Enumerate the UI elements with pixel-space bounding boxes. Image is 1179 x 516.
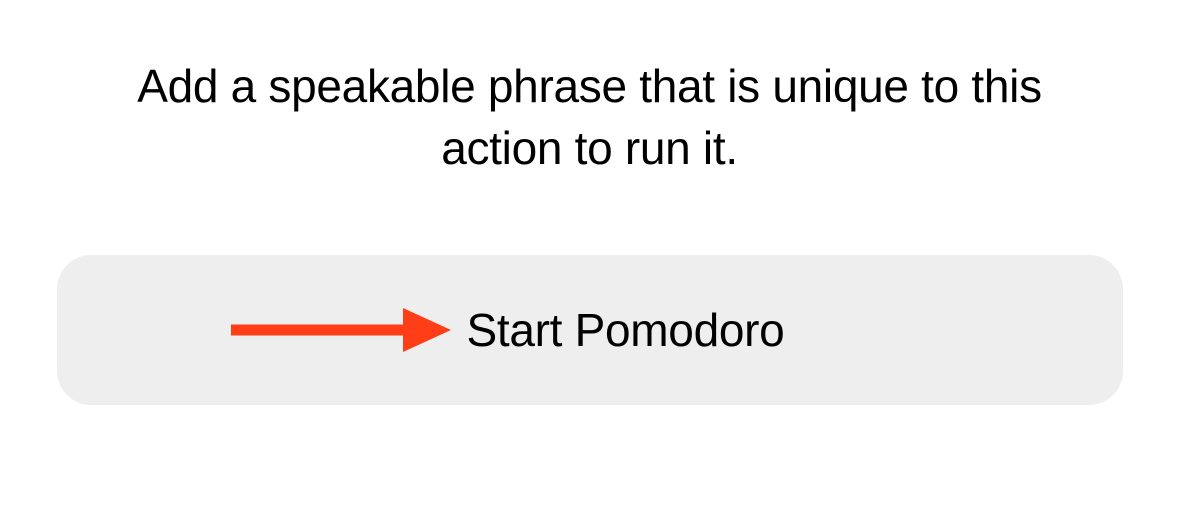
- phrase-input-row: [57, 255, 1123, 405]
- phrase-input[interactable]: [57, 255, 1123, 405]
- shortcut-phrase-panel: Add a speakable phrase that is unique to…: [0, 0, 1179, 516]
- instruction-text: Add a speakable phrase that is unique to…: [90, 55, 1090, 179]
